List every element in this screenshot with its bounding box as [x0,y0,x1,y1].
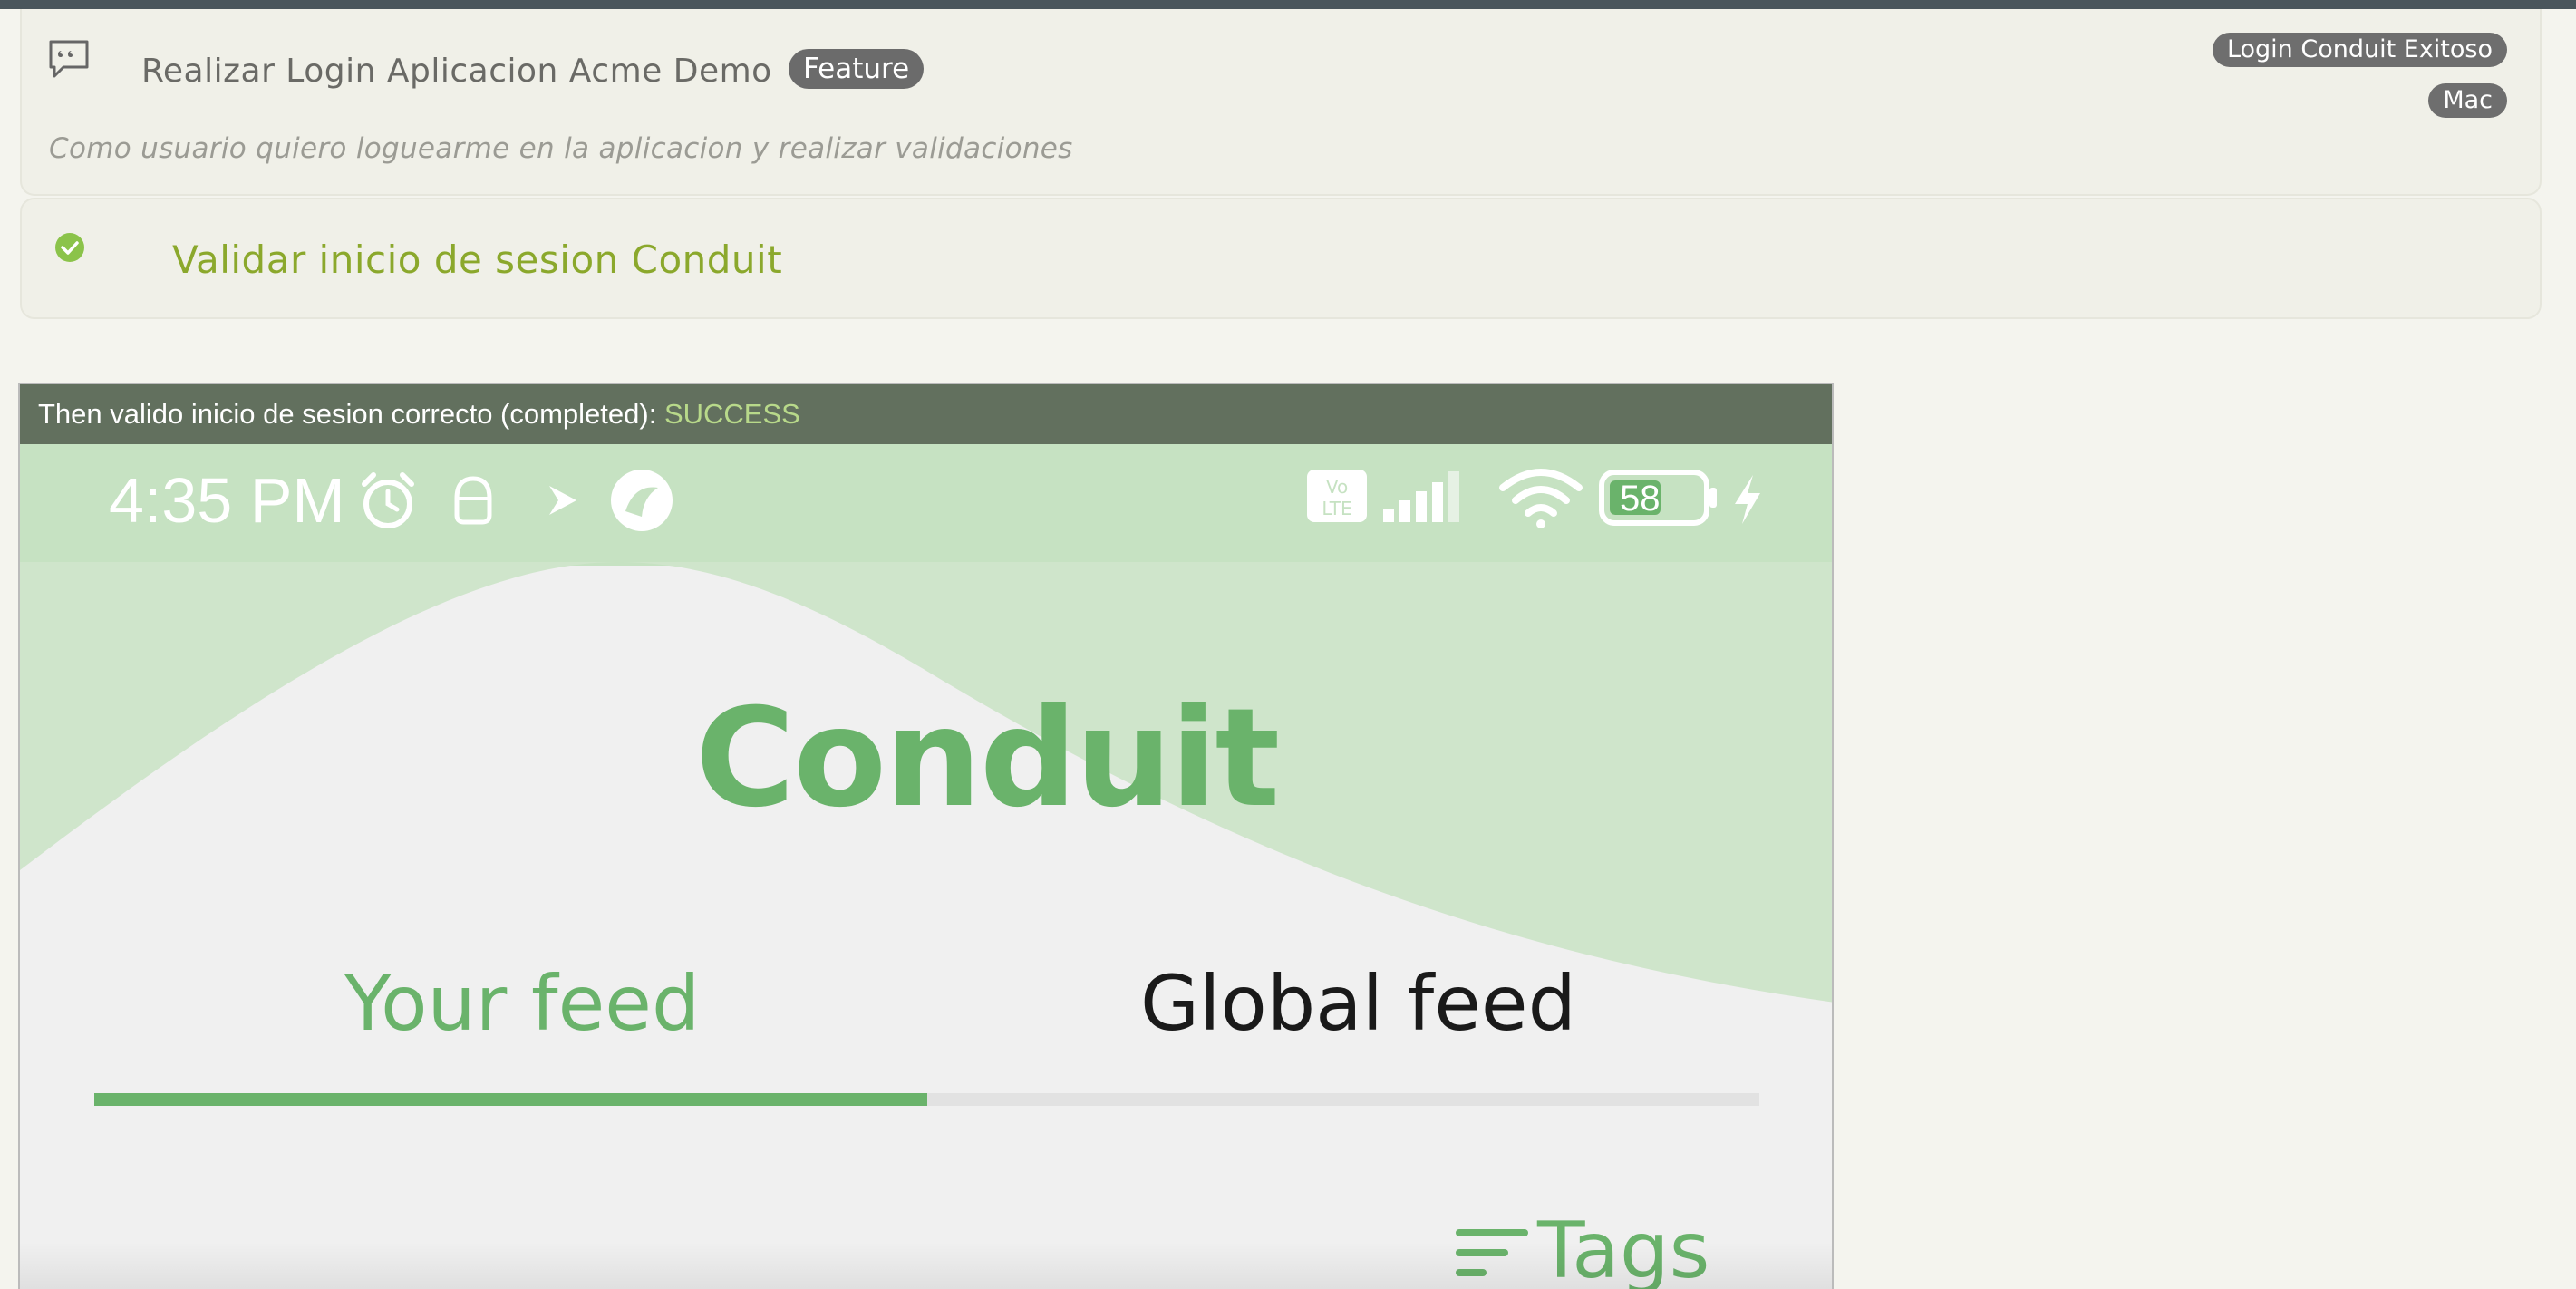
feature-badge: Feature [789,49,925,89]
tab-global-feed[interactable]: Global feed [1140,959,1576,1048]
check-circle-icon [55,233,84,262]
alarm-icon [362,472,414,528]
play-icon [549,486,576,515]
wifi-icon [1499,469,1583,528]
step-screenshot-panel: Then valido inicio de sesion correcto (c… [18,383,1834,1289]
volte-icon: Vo LTE [1307,470,1367,522]
battery-percent: 58 [1620,479,1661,519]
scenario-card[interactable]: Validar inicio de sesion Conduit [20,198,2542,319]
bottom-shadow [20,1242,1832,1289]
scenario-title[interactable]: Validar inicio de sesion Conduit [172,237,782,282]
top-bar [0,0,2576,9]
step-status: SUCCESS [663,398,800,430]
charging-icon [1735,475,1760,524]
phone-screenshot: 4:35 PM Vo LTE 58 Conduit Your feed Glob… [20,444,1832,1289]
tag-mac[interactable]: Mac [2428,83,2507,118]
feature-card: Realizar Login Aplicacion Acme Demo Feat… [20,9,2542,196]
step-header: Then valido inicio de sesion correcto (c… [20,384,1832,444]
svg-text:Vo: Vo [1326,476,1348,498]
step-text: Then valido inicio de sesion correcto (c… [38,398,664,430]
tab-indicator [94,1093,927,1106]
header-wave [20,562,1832,1003]
signal-icon [1383,471,1459,522]
app-brand: Conduit [695,680,1280,838]
comment-quote-icon [49,40,89,78]
tab-indicator-track [94,1093,1759,1106]
feature-description: Como usuario quiero loguearme en la apli… [49,132,1073,165]
svg-text:LTE: LTE [1322,498,1351,519]
app-icon [611,470,673,531]
status-time: 4:35 PM [109,465,345,536]
android-icon [454,476,492,525]
tag-login-conduit-exitoso[interactable]: Login Conduit Exitoso [2212,33,2507,67]
tab-your-feed[interactable]: Your feed [344,959,700,1048]
feature-title: Realizar Login Aplicacion Acme Demo [141,53,772,90]
